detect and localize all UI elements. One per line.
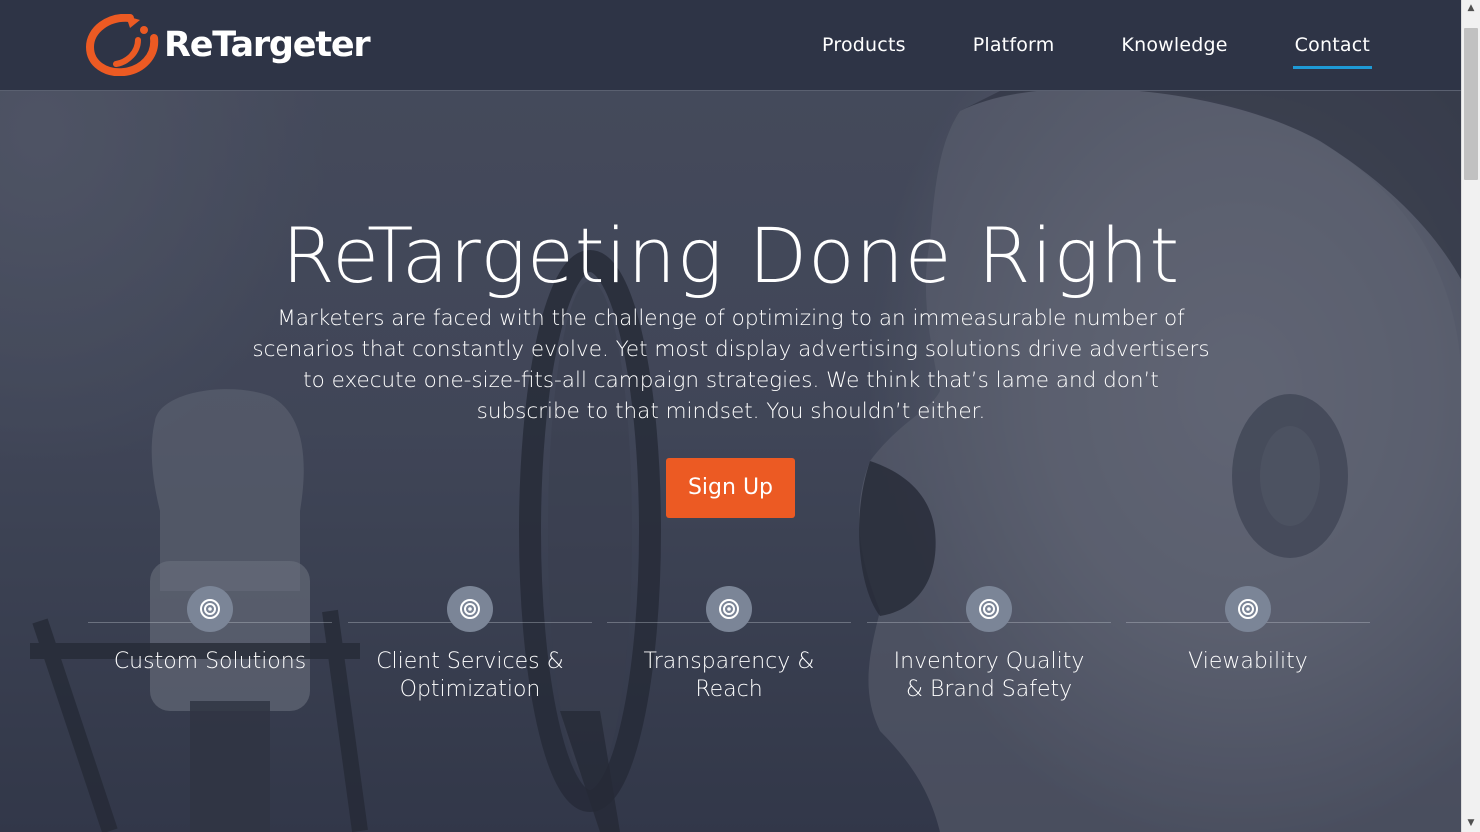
feature-label-line2: & Brand Safety: [905, 677, 1073, 702]
hero-description: Marketers are faced with the challenge o…: [252, 306, 1210, 424]
sign-up-button[interactable]: Sign Up: [666, 458, 795, 518]
brand-name: ReTargeter: [164, 24, 371, 65]
retargeter-logo-icon: [86, 14, 159, 76]
feature-label-line1: Client Services &: [376, 649, 564, 674]
nav-item-products[interactable]: Products: [822, 0, 906, 90]
nav-item-platform[interactable]: Platform: [973, 0, 1055, 90]
scroll-down-arrow-icon[interactable]: ▼: [1462, 815, 1480, 832]
hero-title: ReTargeting Done Right: [281, 211, 1181, 300]
target-icon: [447, 586, 493, 632]
site-header: ReTargeter Products Platform Knowledge C…: [0, 0, 1462, 91]
feature-label-line1: Transparency &: [643, 649, 815, 674]
scrollbar-thumb[interactable]: [1464, 28, 1478, 180]
feature-label-line1: Custom Solutions: [113, 649, 307, 674]
target-icon: [1225, 586, 1271, 632]
feature-list: Custom Solutions Client Services & Optim…: [88, 586, 1372, 726]
feature-label: Client Services & Optimization: [348, 648, 592, 704]
feature-label-line2: Optimization: [399, 677, 541, 702]
feature-client-services[interactable]: Client Services & Optimization: [348, 586, 592, 704]
feature-transparency-reach[interactable]: Transparency & Reach: [607, 586, 851, 704]
target-icon: [966, 586, 1012, 632]
feature-label: Inventory Quality & Brand Safety: [867, 648, 1111, 704]
feature-label: Custom Solutions: [88, 648, 332, 676]
nav-item-knowledge[interactable]: Knowledge: [1121, 0, 1227, 90]
target-icon: [706, 586, 752, 632]
feature-label-line1: Inventory Quality: [893, 649, 1085, 674]
feature-viewability[interactable]: Viewability: [1126, 586, 1370, 676]
feature-label-line1: Viewability: [1188, 649, 1308, 674]
feature-label: Transparency & Reach: [607, 648, 851, 704]
feature-label: Viewability: [1126, 648, 1370, 676]
brand-logo[interactable]: ReTargeter: [86, 14, 371, 76]
feature-custom-solutions[interactable]: Custom Solutions: [88, 586, 332, 676]
feature-inventory-quality[interactable]: Inventory Quality & Brand Safety: [867, 586, 1111, 704]
nav-item-contact[interactable]: Contact: [1292, 0, 1373, 90]
target-icon: [187, 586, 233, 632]
hero-section: ReTargeting Done Right Marketers are fac…: [0, 91, 1462, 832]
main-nav: Products Platform Knowledge Contact: [755, 0, 1373, 90]
scroll-up-arrow-icon[interactable]: ▲: [1462, 0, 1480, 17]
feature-label-line2: Reach: [695, 677, 763, 702]
vertical-scrollbar[interactable]: ▲ ▼: [1461, 0, 1480, 832]
